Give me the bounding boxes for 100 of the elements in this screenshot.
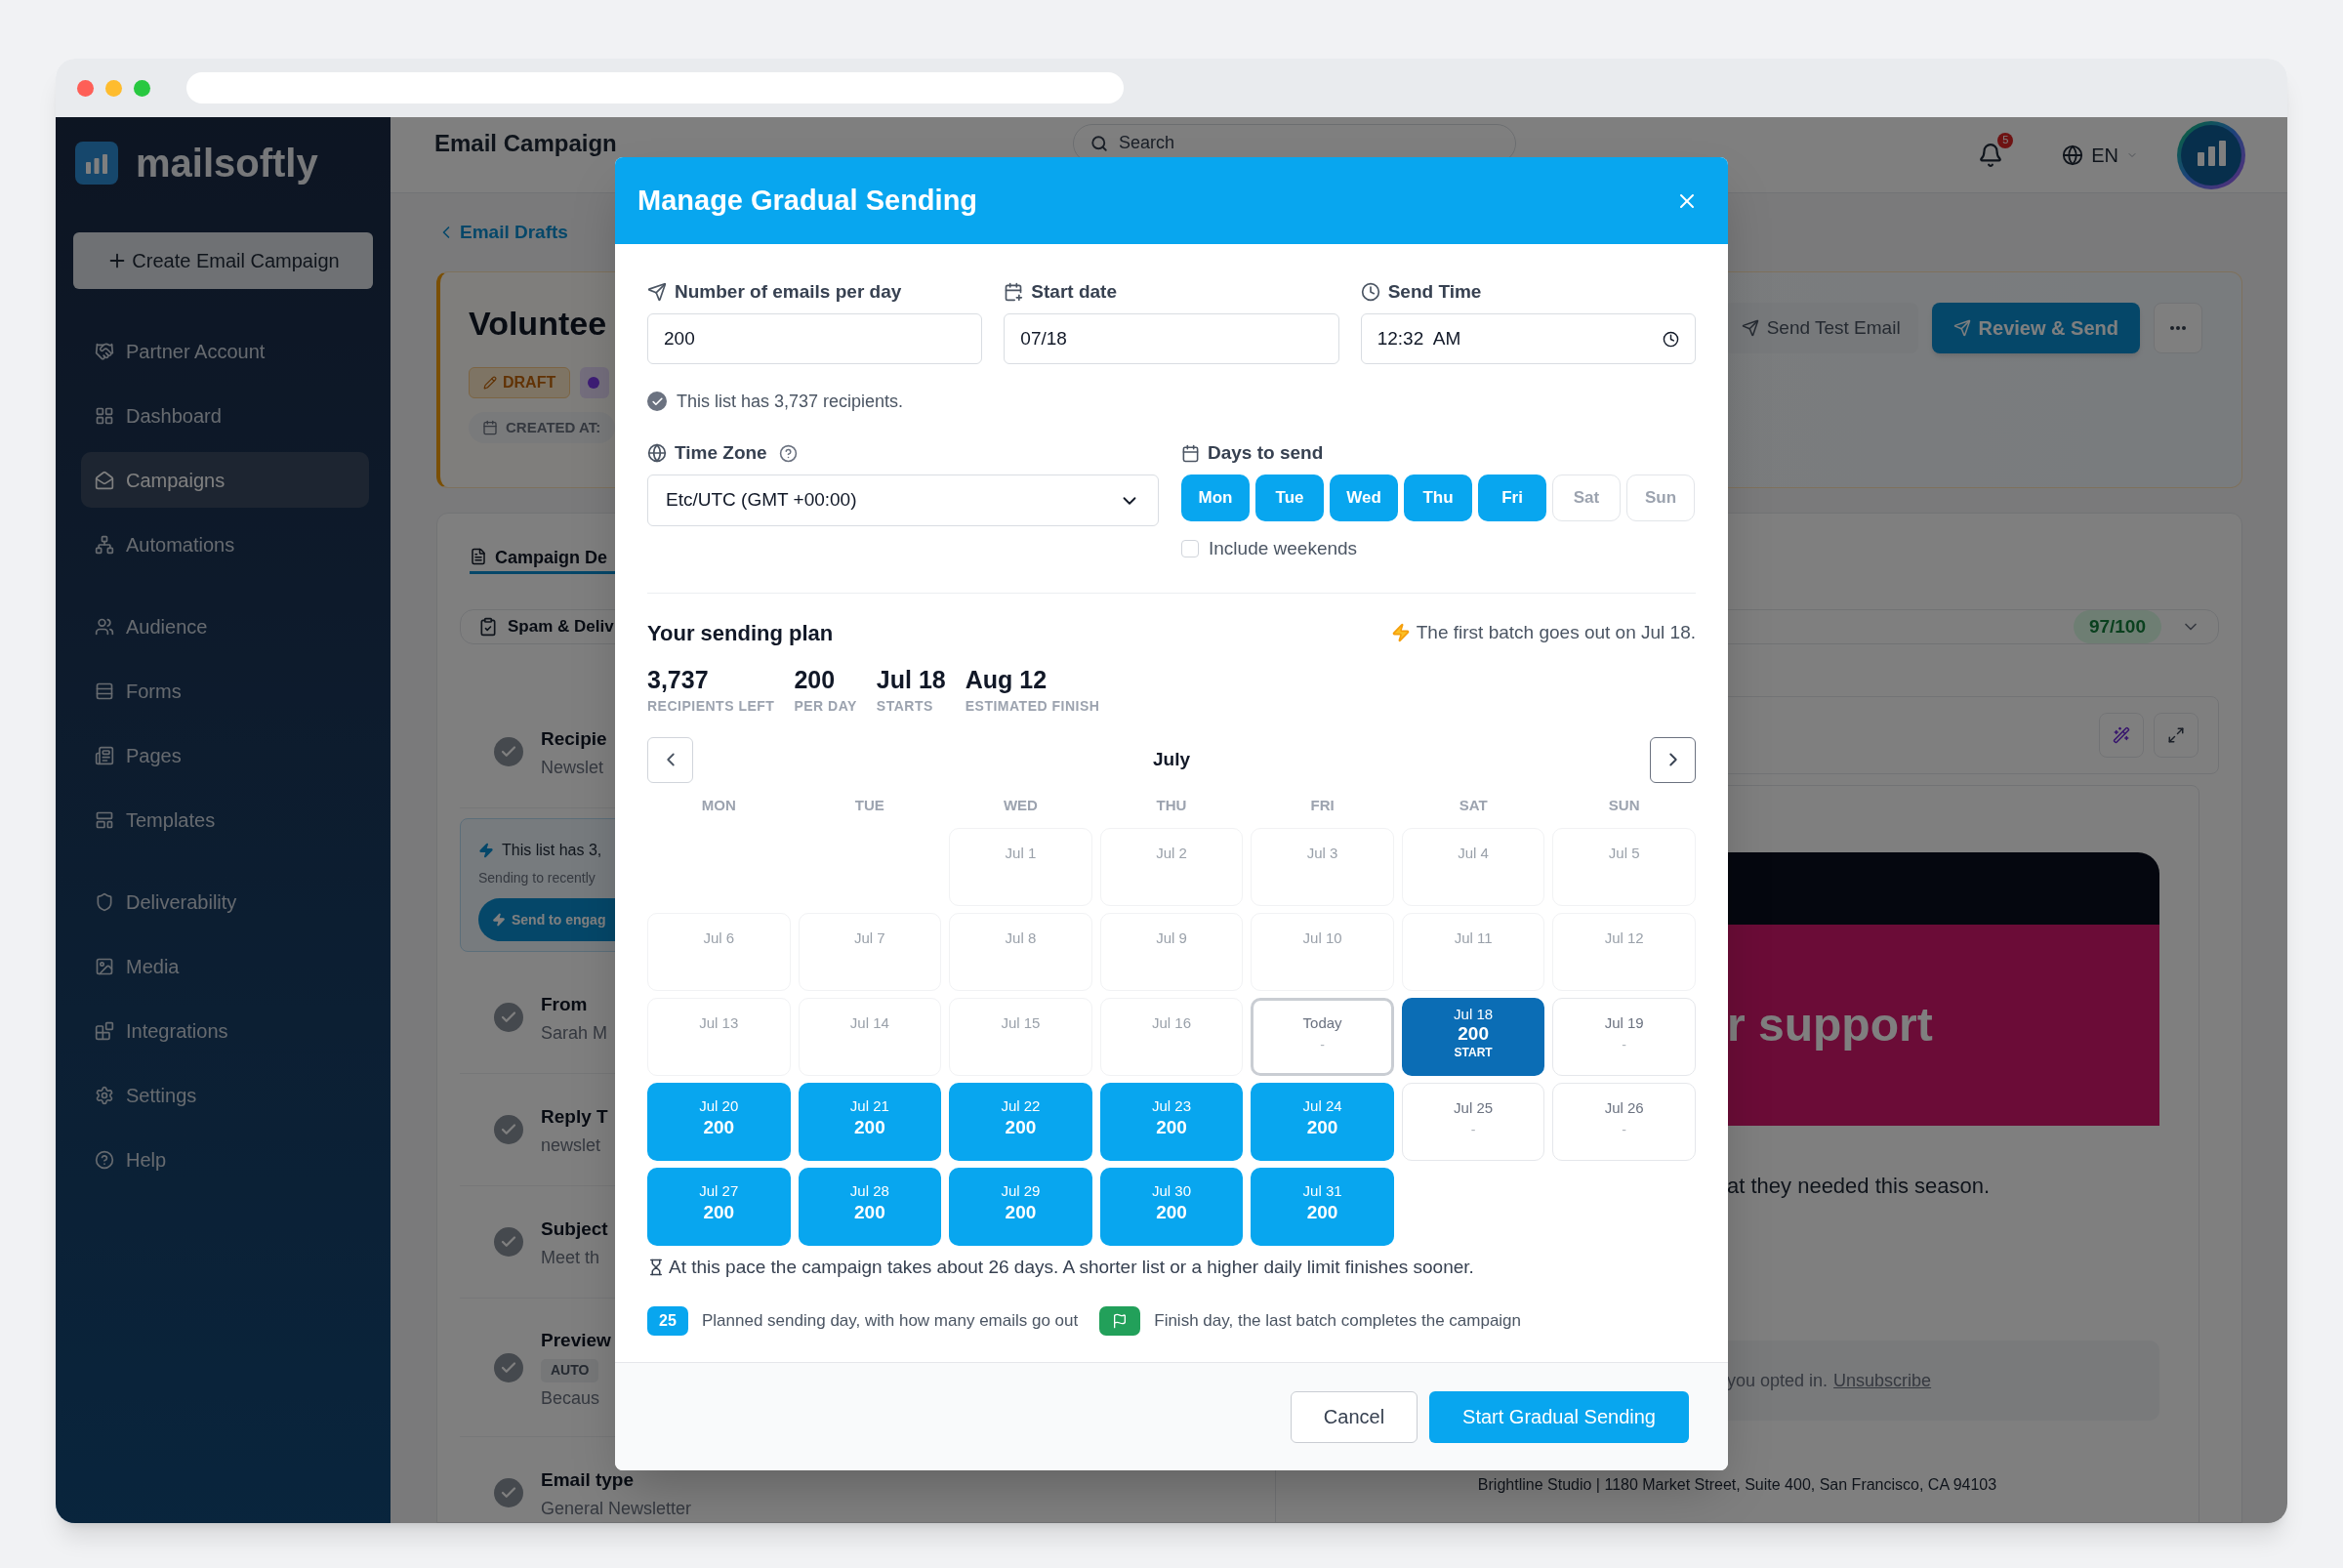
item-title: Reply T [541,1105,608,1129]
day-count: - [1622,1120,1627,1139]
plan-title: Your sending plan [647,619,834,647]
stat-value: Aug 12 [965,664,1048,694]
day-count: 200 [703,1201,735,1224]
item-value: Sarah M [541,1023,608,1043]
day-label: Jul 3 [1306,844,1338,863]
day-count: 200 [1306,1116,1338,1139]
item-value: General Newsletter [541,1499,692,1518]
day-label: Jul 10 [1302,928,1342,948]
stat-label: ESTIMATED FINISH [965,696,1100,716]
checkbox-label: Include weekends [1209,537,1358,560]
logo-text: mailsoftly [136,144,318,183]
item-title: Email type [541,1468,635,1492]
day-label: Jul 15 [1001,1013,1041,1033]
day-label: Jul 23 [1151,1096,1191,1116]
day-label: Jul 24 [1302,1096,1342,1116]
email-body-text: at they needed this season. [1727,1174,1991,1198]
spam-label: Spam & Deliv [508,616,614,639]
day-label: Jul 28 [849,1181,889,1201]
day-count: 200 [1005,1116,1037,1139]
day-label: Jul 20 [699,1096,739,1116]
weekday-label: SUN [1607,795,1641,815]
legend-badge: 25 [647,1305,688,1336]
day-count: - [1470,1120,1476,1139]
field-label: Time Zone [675,440,767,465]
day-label: Jul 2 [1156,844,1187,863]
stat-label: RECIPIENTS LEFT [647,696,775,716]
field-label: Start date [1031,279,1117,304]
start-label: START [1454,1045,1493,1060]
recipients-note: This list has 3,737 recipients. [677,390,904,413]
pace-note: At this pace the campaign takes about 26 days. A shorter list or a higher daily limit finishes sooner. [669,1256,1474,1279]
day-count: 200 [854,1116,885,1139]
day-label: Jul 6 [703,928,735,948]
stat-value: Jul 18 [876,664,946,694]
day-label: Today [1302,1013,1342,1033]
created-chip: CREATED AT: [469,412,615,443]
modal-title: Manage Gradual Sending [637,183,978,218]
stat-label: PER DAY [794,696,857,716]
item-title: From [541,993,588,1016]
day-label: Jul 4 [1458,844,1489,863]
day-label: Jul 5 [1608,844,1640,863]
notification-badge: 5 [1997,132,2014,148]
day-label: Jul 14 [849,1013,889,1033]
field-label: Send Time [1387,279,1482,304]
notice-title: This list has 3, [502,841,602,860]
day-label: Jul 27 [699,1181,739,1201]
day-count: 200 [703,1116,735,1139]
day-label: Jul 19 [1604,1013,1644,1033]
day-label: Jul 12 [1604,928,1644,948]
day-label: Jul 18 [1454,1006,1494,1023]
day-label: Jul 13 [699,1013,739,1033]
day-count: 200 [1156,1116,1187,1139]
item-title: Recipie [541,727,607,751]
weekday-label: FRI [1309,795,1336,815]
item-title: Subject [541,1217,608,1241]
day-label: Jul 25 [1454,1098,1494,1118]
campaign-title: Voluntee [469,305,607,342]
stat-value: 3,737 [647,664,710,694]
weekday-label: TUE [853,795,885,815]
weekday-label: SAT [1458,795,1489,815]
day-count: - [1320,1035,1325,1054]
field-label: Days to send [1208,440,1324,465]
status-badge: DRAFT [469,367,571,398]
weekday-label: WED [1002,795,1039,815]
day-label: Jul 7 [854,928,885,948]
email-headline: r support [1727,998,1933,1052]
stat-label: STARTS [876,696,934,716]
field-label: Number of emails per day [675,279,902,304]
day-label: Jul 16 [1151,1013,1191,1033]
item-title: Preview [541,1328,611,1352]
day-label: Jul 11 [1454,928,1493,948]
day-label: Jul 29 [1001,1181,1041,1201]
legend-text: Planned sending day, with how many emails go out [702,1309,1079,1332]
day-label: Jul 8 [1005,928,1037,948]
auto-badge: AUTO [541,1358,599,1382]
day-count: - [1622,1035,1627,1054]
day-label: Jul 1 [1005,844,1037,863]
day-label: Jul 26 [1604,1098,1644,1118]
day-label: Jul 9 [1156,928,1187,948]
day-count: 200 [854,1201,885,1224]
day-count: 200 [1005,1201,1037,1224]
item-value: Newslet [541,758,604,777]
item-value: Becaus [541,1387,600,1408]
email-address: Brightline Studio | 1180 Market Street, Suite 400, San Francisco, CA 94103 [1477,1476,1997,1493]
day-count: 200 [1306,1201,1338,1224]
legend-text: Finish day, the last batch completes the campaign [1154,1309,1522,1332]
footer-text: you opted in. [1727,1369,1829,1392]
item-value: Meet th [541,1248,600,1267]
day-label: Jul 30 [1151,1181,1191,1201]
stat-value: 200 [794,664,837,694]
day-label: Jul 31 [1302,1181,1342,1201]
weekday-label: THU [1155,795,1188,815]
day-label: Jul 21 [849,1096,889,1116]
day-label: Jul 22 [1001,1096,1041,1116]
day-count: 200 [1156,1201,1187,1224]
score-badge: 97/100 [2073,610,2161,643]
item-value: newslet [541,1135,601,1155]
first-batch-note: The first batch goes out on Jul 18. [1416,620,1696,644]
weekday-label: MON [700,795,737,815]
